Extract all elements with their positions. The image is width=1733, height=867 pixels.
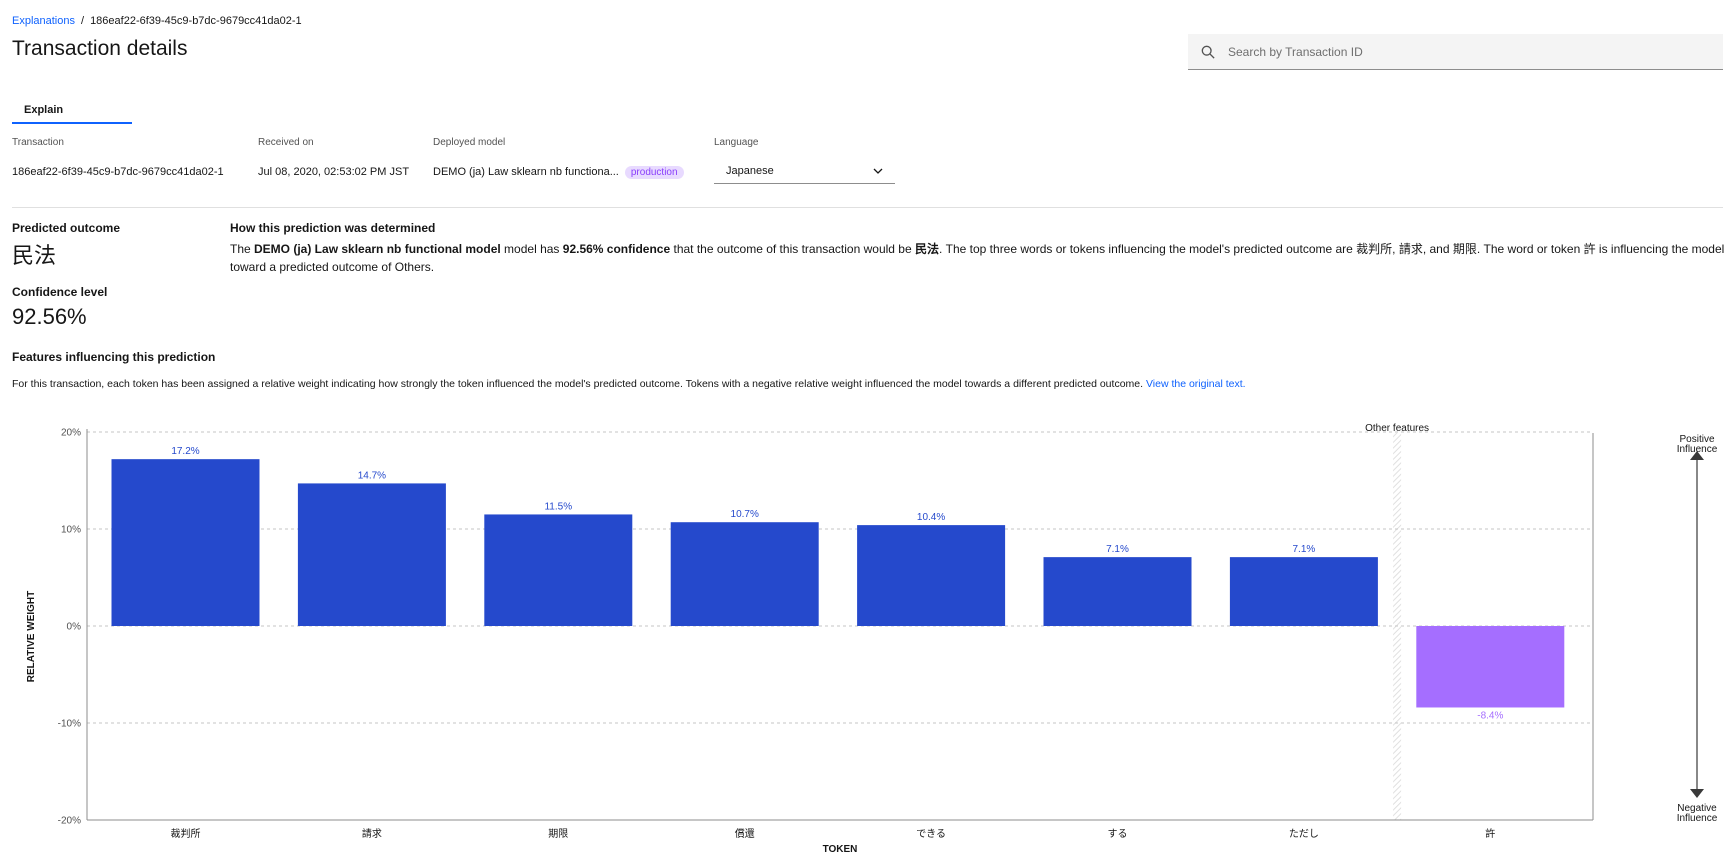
value-label: 11.5% bbox=[544, 501, 572, 512]
value-label: 14.7% bbox=[358, 470, 386, 481]
bar-5[interactable] bbox=[1043, 557, 1192, 626]
breadcrumb-link-explanations[interactable]: Explanations bbox=[12, 15, 75, 27]
y-tick-label: -10% bbox=[58, 719, 81, 730]
arrow-down-icon bbox=[1690, 789, 1704, 798]
divider bbox=[12, 207, 1723, 208]
category-label: ただし bbox=[1289, 828, 1319, 840]
explanation-text: The DEMO (ja) Law sklearn nb functional … bbox=[230, 240, 1725, 276]
negative-influence-label: Influence bbox=[1677, 813, 1718, 824]
features-description-text: For this transaction, each token has bee… bbox=[12, 378, 1144, 390]
breadcrumb-separator: / bbox=[81, 15, 85, 27]
y-tick-label: -20% bbox=[58, 816, 81, 827]
predicted-outcome-value: 民法 bbox=[12, 244, 57, 269]
value-label: 7.1% bbox=[1106, 544, 1129, 555]
category-label: 期限 bbox=[548, 828, 568, 840]
positive-influence-label: Influence bbox=[1677, 444, 1718, 455]
category-label: 償還 bbox=[735, 827, 755, 840]
search-input[interactable] bbox=[1228, 44, 1708, 59]
search-box bbox=[1188, 34, 1723, 70]
view-original-text-link[interactable]: View the original text. bbox=[1146, 378, 1246, 390]
y-tick-label: 0% bbox=[67, 622, 82, 633]
bar-2[interactable] bbox=[484, 514, 633, 626]
bar-4[interactable] bbox=[857, 525, 1006, 626]
category-label: する bbox=[1108, 828, 1128, 840]
transaction-label: Transaction bbox=[12, 137, 64, 148]
y-tick-label: 10% bbox=[61, 525, 81, 536]
y-tick-label: 20% bbox=[61, 428, 81, 439]
predicted-outcome-label: Predicted outcome bbox=[12, 221, 121, 235]
explanation-part-1: The bbox=[230, 242, 255, 256]
bar-1[interactable] bbox=[297, 483, 446, 626]
received-value: Jul 08, 2020, 02:53:02 PM JST bbox=[258, 166, 410, 178]
chevron-down-icon bbox=[873, 165, 883, 177]
category-label: できる bbox=[916, 828, 946, 840]
breadcrumb-current: 186eaf22-6f39-45c9-b7dc-9679cc41da02-1 bbox=[90, 15, 302, 27]
transaction-value: 186eaf22-6f39-45c9-b7dc-9679cc41da02-1 bbox=[12, 166, 224, 178]
category-label: 裁判所 bbox=[171, 827, 201, 840]
page-title: Transaction details bbox=[12, 37, 188, 60]
value-label: 7.1% bbox=[1293, 544, 1316, 555]
explanation-heading: How this prediction was determined bbox=[230, 221, 436, 235]
language-value: Japanese bbox=[726, 164, 774, 177]
category-label: 請求 bbox=[362, 827, 382, 840]
breadcrumb: Explanations / 186eaf22-6f39-45c9-b7dc-9… bbox=[12, 15, 302, 27]
x-axis-title: TOKEN bbox=[823, 844, 858, 855]
tab-explain[interactable]: Explain bbox=[12, 102, 132, 124]
model-value-wrap: DEMO (ja) Law sklearn nb functiona... pro… bbox=[433, 166, 684, 179]
explanation-confidence: 92.56% confidence bbox=[562, 242, 671, 256]
explanation-outcome: 民法 bbox=[914, 242, 939, 256]
explanation-model-name: DEMO (ja) Law sklearn nb functional mode… bbox=[254, 242, 501, 256]
confidence-value: 92.56% bbox=[12, 304, 87, 329]
features-heading: Features influencing this prediction bbox=[12, 350, 216, 364]
value-label: 17.2% bbox=[171, 446, 199, 457]
language-select[interactable]: Japanese bbox=[714, 158, 895, 184]
explanation-part-3: that the outcome of this transaction wou… bbox=[670, 242, 915, 256]
features-description: For this transaction, each token has bee… bbox=[12, 378, 1246, 390]
status-badge: production bbox=[624, 166, 684, 179]
bar-0[interactable] bbox=[111, 459, 260, 626]
bar-6[interactable] bbox=[1229, 557, 1378, 626]
search-icon bbox=[1200, 44, 1216, 60]
feature-weight-chart: 20% 10% 0% -10% -20% 17.2% 裁判所 14.7% 請求 11.5% 期限 10… bbox=[26, 423, 1718, 855]
value-label: 10.4% bbox=[917, 512, 945, 523]
bar-7[interactable] bbox=[1416, 626, 1565, 708]
bar-3[interactable] bbox=[670, 522, 819, 626]
model-label: Deployed model bbox=[433, 137, 506, 148]
received-label: Received on bbox=[258, 137, 314, 148]
confidence-label: Confidence level bbox=[12, 285, 108, 299]
value-label: 10.7% bbox=[731, 509, 759, 520]
value-label: -8.4% bbox=[1477, 710, 1503, 721]
explanation-part-2: model has bbox=[500, 242, 563, 256]
language-label: Language bbox=[714, 137, 759, 148]
model-value: DEMO (ja) Law sklearn nb functiona... bbox=[433, 166, 619, 178]
category-label: 許 bbox=[1485, 827, 1495, 840]
other-features-label: Other features bbox=[1365, 423, 1429, 434]
y-axis-title: RELATIVE WEIGHT bbox=[26, 591, 37, 682]
